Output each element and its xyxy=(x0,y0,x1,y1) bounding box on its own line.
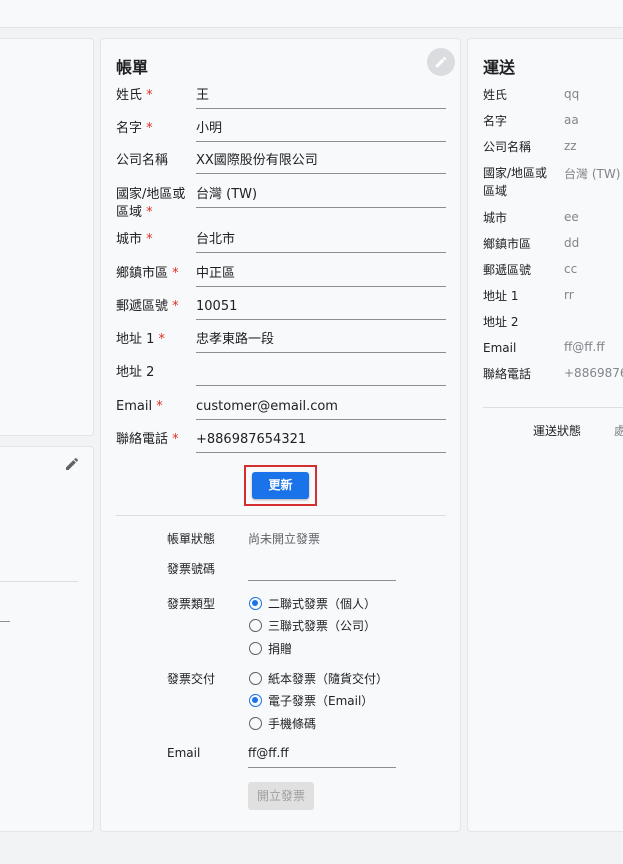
radio-type-personal[interactable]: 二聯式發票（個人） xyxy=(249,595,376,612)
required-mark: * xyxy=(146,232,153,247)
field-value: +88698765 xyxy=(564,366,623,380)
field-label: 聯絡電話 xyxy=(483,367,532,381)
field-label: 地址 1 xyxy=(483,289,519,303)
invoice-delivery-label: 發票交付 xyxy=(167,672,216,686)
radio-delivery-email[interactable]: 電子發票（Email） xyxy=(249,692,373,709)
company-input[interactable]: XX國際股份有限公司 xyxy=(196,152,446,174)
field-value: rr xyxy=(564,288,574,302)
field-label: Email xyxy=(483,341,517,355)
country-select[interactable]: 台灣 (TW) xyxy=(196,186,446,208)
invoice-email-underline xyxy=(248,767,396,768)
radio-label: 二聯式發票（個人） xyxy=(268,597,377,611)
invoice-email-label: Email xyxy=(167,746,201,760)
field-label: 郵遞區號 xyxy=(116,299,169,314)
invoice-email-input[interactable]: ff@ff.ff xyxy=(248,746,289,760)
field-label: 聯絡電話 xyxy=(116,432,169,447)
divider xyxy=(483,407,623,408)
radio-label: 電子發票（Email） xyxy=(268,694,374,708)
divider xyxy=(0,581,78,582)
radio-icon xyxy=(249,717,262,730)
field-value: aa xyxy=(564,113,579,127)
invoice-type-label: 發票類型 xyxy=(167,597,216,611)
radio-icon xyxy=(249,619,262,632)
required-mark: * xyxy=(156,399,163,414)
billing-card: 帳單 姓氏 * 王 名字 * 小明 公司名稱 XX國際股份有限公司 國家/地區或… xyxy=(100,38,461,832)
radio-delivery-barcode[interactable]: 手機條碼 xyxy=(249,715,316,732)
address2-input[interactable] xyxy=(196,364,446,386)
radio-type-company[interactable]: 三聯式發票（公司） xyxy=(249,617,376,634)
firstname-input[interactable]: 小明 xyxy=(196,120,446,142)
email-input[interactable]: customer@email.com xyxy=(196,398,446,420)
update-button-highlight: 更新 xyxy=(244,465,317,506)
field-label: Email xyxy=(116,399,153,414)
invoice-number-label: 發票號碼 xyxy=(167,562,216,576)
radio-type-donate[interactable]: 捐贈 xyxy=(249,640,292,657)
field-value: 台灣 (TW) xyxy=(564,167,621,181)
required-mark: * xyxy=(146,205,153,220)
radio-label: 捐贈 xyxy=(268,642,293,656)
update-button[interactable]: 更新 xyxy=(252,472,309,499)
divider xyxy=(116,515,446,516)
field-value: qq xyxy=(564,87,580,101)
shipping-card: 運送 姓氏 qq 名字 aa 公司名稱 zz 國家/地區或區域 台灣 (TW) … xyxy=(467,38,623,832)
radio-delivery-paper[interactable]: 紙本發票（隨貨交付） xyxy=(249,670,388,687)
required-mark: * xyxy=(146,88,153,103)
left-card-bottom xyxy=(0,446,94,832)
field-value: ff@ff.ff xyxy=(564,340,605,354)
field-label: 鄉鎮市區 xyxy=(483,237,532,251)
field-label: 地址 2 xyxy=(116,365,155,380)
zip-input[interactable]: 10051 xyxy=(196,298,446,320)
radio-icon xyxy=(249,642,262,655)
invoice-status-value: 尚未開立發票 xyxy=(248,532,321,546)
lastname-input[interactable]: 王 xyxy=(196,87,446,109)
invoice-status-label: 帳單狀態 xyxy=(167,532,216,546)
field-underline xyxy=(0,621,10,622)
field-label: 姓氏 xyxy=(116,88,143,103)
radio-icon xyxy=(249,672,262,685)
radio-selected-icon xyxy=(249,694,262,707)
left-card-top xyxy=(0,38,94,436)
radio-label: 三聯式發票（公司） xyxy=(268,619,377,633)
pencil-icon xyxy=(435,56,447,68)
radio-selected-icon xyxy=(249,597,262,610)
top-bar xyxy=(0,0,623,28)
shipping-title: 運送 xyxy=(483,58,516,77)
field-value: dd xyxy=(564,236,580,250)
required-mark: * xyxy=(172,266,179,281)
field-label: 城市 xyxy=(483,211,508,225)
billing-title: 帳單 xyxy=(116,58,149,77)
field-label: 地址 1 xyxy=(116,332,155,347)
field-label: 名字 xyxy=(483,114,508,128)
field-label: 地址 2 xyxy=(483,315,519,329)
field-label: 公司名稱 xyxy=(116,153,169,168)
field-value: zz xyxy=(564,139,577,153)
field-label: 名字 xyxy=(116,121,143,136)
required-mark: * xyxy=(146,121,153,136)
invoice-number-underline xyxy=(248,580,396,581)
city-input[interactable]: 台北市 xyxy=(196,231,446,253)
address1-input[interactable]: 忠孝東路一段 xyxy=(196,331,446,353)
required-mark: * xyxy=(158,332,166,347)
radio-label: 紙本發票（隨貨交付） xyxy=(268,672,389,686)
field-label: 國家/地區或區域 xyxy=(483,166,548,198)
field-label: 郵遞區號 xyxy=(483,263,532,277)
field-label: 鄉鎮市區 xyxy=(116,266,169,281)
field-label: 公司名稱 xyxy=(483,140,532,154)
field-value: ee xyxy=(564,210,579,224)
district-input[interactable]: 中正區 xyxy=(196,265,446,287)
radio-label: 手機條碼 xyxy=(268,717,317,731)
shipping-status-label: 運送狀態 xyxy=(533,424,582,438)
billing-edit-button[interactable] xyxy=(427,48,455,76)
field-label: 姓氏 xyxy=(483,88,508,102)
required-mark: * xyxy=(172,299,179,314)
field-label: 城市 xyxy=(116,232,143,247)
shipping-status-value: 處 xyxy=(614,424,623,438)
phone-input[interactable]: +886987654321 xyxy=(196,431,446,453)
field-value: cc xyxy=(564,262,578,276)
pencil-icon[interactable] xyxy=(64,456,80,472)
issue-invoice-button[interactable]: 開立發票 xyxy=(248,782,314,810)
required-mark: * xyxy=(172,432,179,447)
